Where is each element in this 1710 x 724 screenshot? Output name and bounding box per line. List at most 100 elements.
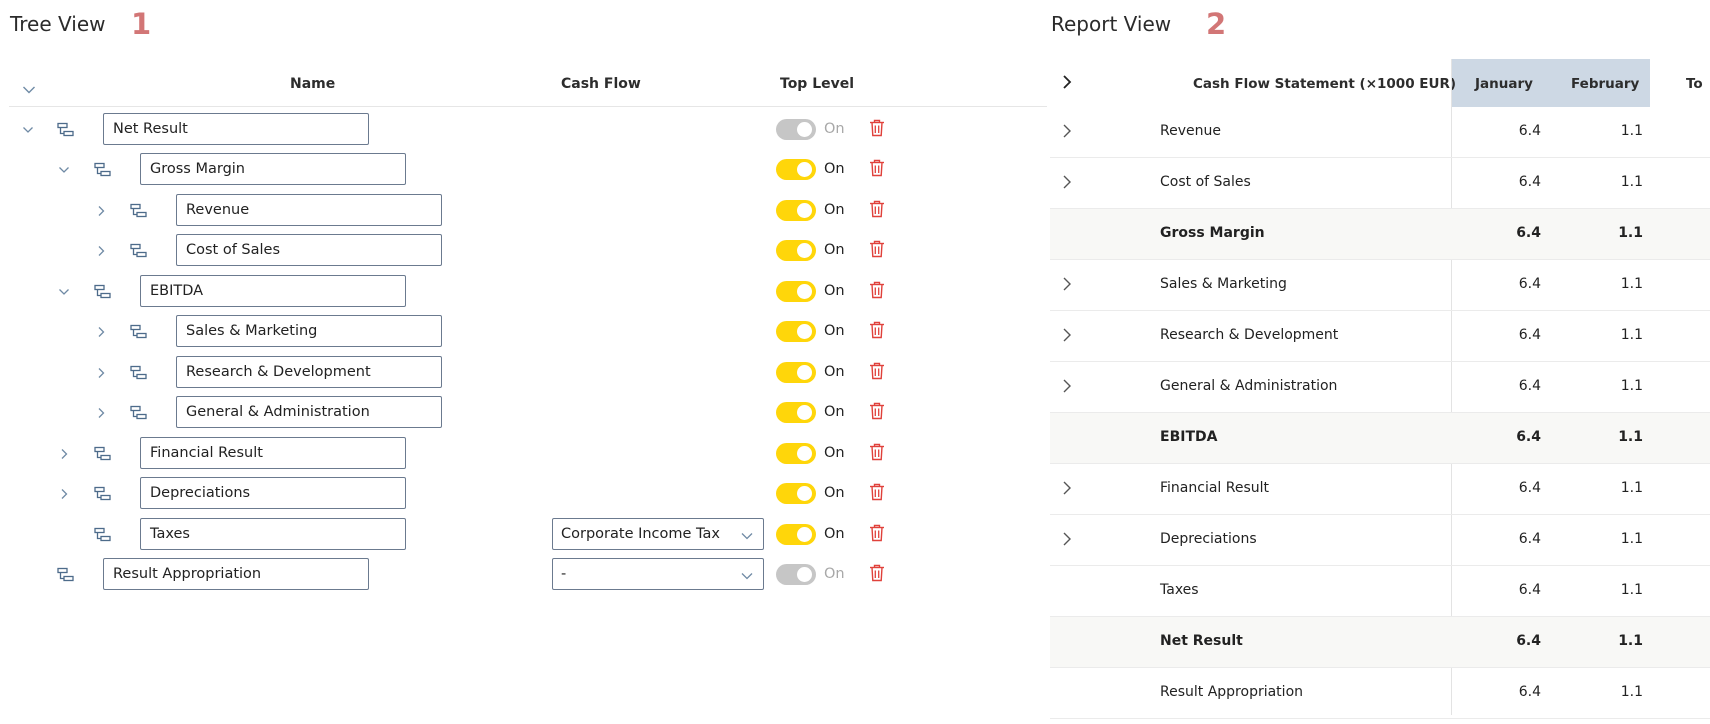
- top-level-toggle[interactable]: [776, 240, 816, 261]
- chevron-right-icon: [1061, 379, 1073, 398]
- toggle-knob: [797, 486, 812, 501]
- chevron-right-icon: [58, 448, 70, 460]
- cell-january: 6.4: [1518, 378, 1541, 394]
- top-level-toggle[interactable]: [776, 321, 816, 342]
- report-row: Research & Development 6.4 1.1: [1050, 311, 1710, 362]
- top-level-toggle[interactable]: [776, 159, 816, 180]
- expand-toggle[interactable]: [95, 205, 107, 217]
- top-level-toggle[interactable]: [776, 281, 816, 302]
- node-name-input[interactable]: EBITDA: [140, 275, 406, 307]
- tree-row: Revenue On: [0, 191, 1050, 231]
- column-header-top-level[interactable]: Top Level: [780, 76, 854, 92]
- report-expand-all-toggle[interactable]: [1061, 74, 1073, 90]
- toggle-knob: [797, 162, 812, 177]
- report-row-label: Result Appropriation: [1160, 684, 1304, 700]
- report-expand-toggle[interactable]: [1061, 531, 1073, 547]
- node-name-input[interactable]: Research & Development: [176, 356, 442, 388]
- collapse-toggle[interactable]: [22, 124, 34, 136]
- expand-toggle[interactable]: [95, 245, 107, 257]
- trash-icon[interactable]: [869, 119, 885, 137]
- tree-row: Gross Margin On: [0, 150, 1050, 190]
- expand-toggle[interactable]: [58, 448, 70, 460]
- top-level-toggle[interactable]: [776, 524, 816, 545]
- chevron-right-icon: [1061, 277, 1073, 296]
- report-expand-toggle[interactable]: [1061, 378, 1073, 394]
- cell-february: 1.1: [1618, 633, 1643, 649]
- node-name-input[interactable]: Result Appropriation: [103, 558, 369, 590]
- cell-january: 6.4: [1518, 684, 1541, 700]
- report-expand-toggle[interactable]: [1061, 123, 1073, 139]
- top-level-toggle: [776, 564, 816, 585]
- cell-february: 1.1: [1620, 276, 1643, 292]
- report-expand-toggle[interactable]: [1061, 327, 1073, 343]
- node-name-input[interactable]: Financial Result: [140, 437, 406, 469]
- top-level-label: On: [824, 445, 845, 461]
- report-row-label: Depreciations: [1160, 531, 1257, 547]
- hierarchy-node-icon: [94, 284, 112, 300]
- node-name-input[interactable]: Depreciations: [140, 477, 406, 509]
- column-header-january[interactable]: January: [1475, 76, 1533, 92]
- report-row-label: Taxes: [1160, 582, 1199, 598]
- column-header-statement[interactable]: Cash Flow Statement (×1000 EUR): [1193, 76, 1456, 92]
- trash-icon[interactable]: [869, 240, 885, 258]
- trash-icon[interactable]: [869, 281, 885, 299]
- column-header-february[interactable]: February: [1571, 76, 1639, 92]
- expand-toggle[interactable]: [95, 326, 107, 338]
- top-level-toggle[interactable]: [776, 483, 816, 504]
- report-expand-toggle[interactable]: [1061, 276, 1073, 292]
- top-level-label: On: [824, 526, 845, 542]
- node-name-input[interactable]: Net Result: [103, 113, 369, 145]
- trash-icon[interactable]: [869, 321, 885, 339]
- top-level-toggle[interactable]: [776, 443, 816, 464]
- expand-all-toggle[interactable]: [22, 80, 36, 94]
- collapse-toggle[interactable]: [58, 164, 70, 176]
- column-header-cash-flow[interactable]: Cash Flow: [561, 76, 641, 92]
- expand-toggle[interactable]: [58, 488, 70, 500]
- column-header-total[interactable]: To: [1686, 76, 1703, 92]
- cell-january: 6.4: [1518, 327, 1541, 343]
- hierarchy-node-icon: [130, 365, 148, 381]
- column-header-name[interactable]: Name: [290, 76, 335, 92]
- trash-icon[interactable]: [869, 524, 885, 542]
- trash-icon[interactable]: [869, 200, 885, 218]
- tree-header-divider: [9, 106, 1047, 107]
- cell-january: 6.4: [1518, 276, 1541, 292]
- report-row-label: Revenue: [1160, 123, 1221, 139]
- chevron-right-icon: [95, 407, 107, 419]
- top-level-toggle[interactable]: [776, 200, 816, 221]
- report-subtotal-row: EBITDA 6.4 1.1: [1050, 413, 1710, 464]
- report-view-badge: 2: [1206, 7, 1227, 41]
- trash-icon[interactable]: [869, 564, 885, 582]
- trash-icon[interactable]: [869, 443, 885, 461]
- cell-january: 6.4: [1518, 123, 1541, 139]
- cash-flow-value: -: [561, 566, 567, 582]
- cell-january: 6.4: [1518, 480, 1541, 496]
- trash-icon[interactable]: [869, 402, 885, 420]
- cell-january: 6.4: [1516, 225, 1541, 241]
- node-name-input[interactable]: Taxes: [140, 518, 406, 550]
- top-level-toggle[interactable]: [776, 402, 816, 423]
- report-expand-toggle[interactable]: [1061, 480, 1073, 496]
- report-expand-toggle[interactable]: [1061, 174, 1073, 190]
- node-name-input[interactable]: Revenue: [176, 194, 442, 226]
- hierarchy-node-icon: [94, 527, 112, 543]
- cash-flow-select[interactable]: Corporate Income Tax: [552, 518, 764, 550]
- trash-icon[interactable]: [869, 483, 885, 501]
- cash-flow-select[interactable]: -: [552, 558, 764, 590]
- collapse-toggle[interactable]: [58, 286, 70, 298]
- node-name-input[interactable]: Gross Margin: [140, 153, 406, 185]
- node-name-input[interactable]: Sales & Marketing: [176, 315, 442, 347]
- report-row: Taxes 6.4 1.1: [1050, 566, 1710, 617]
- node-name-input[interactable]: Cost of Sales: [176, 234, 442, 266]
- expand-toggle[interactable]: [95, 407, 107, 419]
- report-row-label: Cost of Sales: [1160, 174, 1251, 190]
- cell-february: 1.1: [1620, 684, 1643, 700]
- trash-icon[interactable]: [869, 159, 885, 177]
- trash-icon[interactable]: [869, 362, 885, 380]
- expand-toggle[interactable]: [95, 367, 107, 379]
- tree-row: Net Result On: [0, 110, 1050, 150]
- node-name-input[interactable]: General & Administration: [176, 396, 442, 428]
- tree-row: Cost of Sales On: [0, 231, 1050, 271]
- cell-february: 1.1: [1620, 531, 1643, 547]
- top-level-toggle[interactable]: [776, 362, 816, 383]
